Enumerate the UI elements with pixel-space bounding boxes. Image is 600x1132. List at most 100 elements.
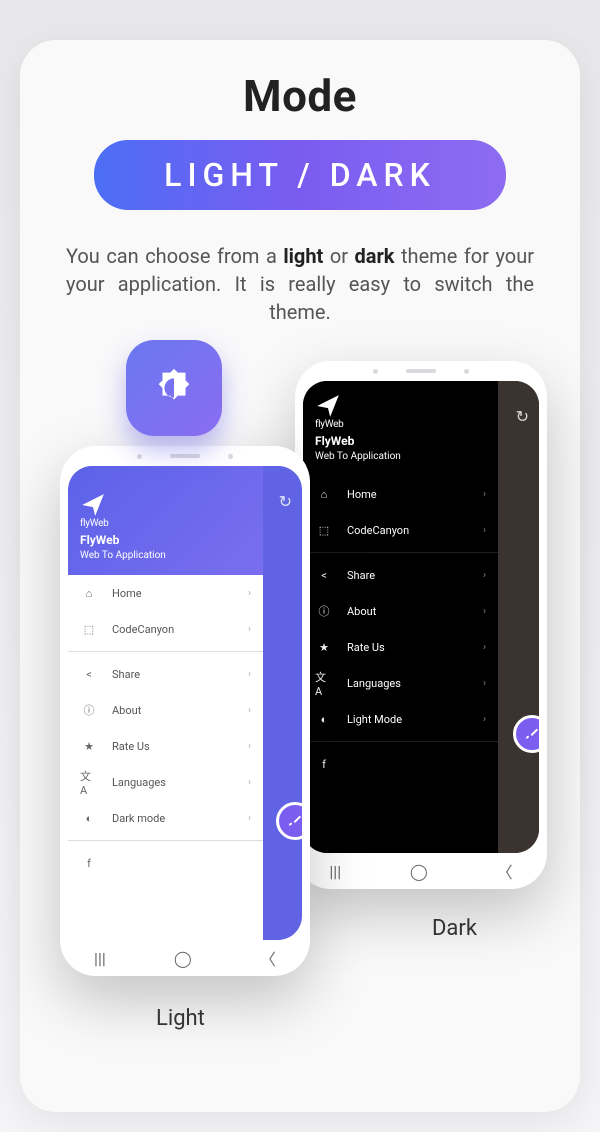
menu-label: CodeCanyon xyxy=(112,623,248,636)
description: You can choose from a light or dark them… xyxy=(66,242,534,326)
chevron-right-icon: › xyxy=(248,813,251,824)
info-icon: ⓘ xyxy=(315,603,333,619)
menu-label: Rate Us xyxy=(112,740,248,753)
brand-name: FlyWeb xyxy=(80,533,251,547)
menu-item-rate[interactable]: ★ Rate Us› xyxy=(303,629,498,665)
phones-area: 21:50 ⬚ ✕ ⋮ �section 100%▮ ↻ flyWeb FlyW… xyxy=(48,346,552,1066)
desc-text: or xyxy=(323,244,354,268)
menu-label: Languages xyxy=(112,776,248,789)
menu-item-languages[interactable]: 文A Languages› xyxy=(68,764,263,800)
menu-label: About xyxy=(112,704,248,717)
chevron-right-icon: › xyxy=(483,525,486,536)
brightness-icon: ◐ xyxy=(80,812,98,825)
drawer-menu: ⌂Home› ⬚CodeCanyon› <Share› ⓘAbout› ★Rat… xyxy=(303,476,498,853)
reload-icon[interactable]: ↻ xyxy=(516,407,529,426)
menu-label: Rate Us xyxy=(347,641,483,654)
reload-icon[interactable]: ↻ xyxy=(279,492,292,511)
desc-text: You can choose from a xyxy=(66,244,283,268)
promo-card: Mode LIGHT / DARK You can choose from a … xyxy=(20,40,580,1112)
menu-label: Home xyxy=(112,587,248,600)
brand-logo-text: flyWeb xyxy=(315,419,486,430)
brush-icon xyxy=(287,813,302,829)
menu-item-codecanyon[interactable]: ⬚ CodeCanyon› xyxy=(303,512,498,548)
recents-button[interactable]: ||| xyxy=(329,862,341,881)
divider xyxy=(303,741,498,742)
chevron-right-icon: › xyxy=(483,606,486,617)
menu-label: About xyxy=(347,605,483,618)
chevron-right-icon: › xyxy=(483,714,486,725)
menu-label: Languages xyxy=(347,677,483,690)
menu-item-cut[interactable]: f xyxy=(303,746,498,782)
drawer-header: flyWeb FlyWeb Web To Application xyxy=(303,381,498,476)
facebook-icon: f xyxy=(315,758,333,771)
menu-item-codecanyon[interactable]: ⬚ CodeCanyon› xyxy=(68,611,263,647)
fab-edit[interactable] xyxy=(513,715,539,753)
share-icon: < xyxy=(80,668,98,681)
phone-mock-light: 21:50 ⬚ ✕ ⋮ �section 100%▮ ↻ flyWeb FlyW… xyxy=(60,446,310,976)
content-behind: ↻ xyxy=(498,381,539,853)
menu-label: Light Mode xyxy=(347,713,483,726)
phone-screen-dark: 21:50 ⬚ ✕ ⋮ �section 100%▮ ↻ flyWeb FlyW… xyxy=(303,381,539,853)
back-button[interactable]: 〈 xyxy=(497,859,513,883)
chevron-right-icon: › xyxy=(483,642,486,653)
phone-bezel xyxy=(295,361,547,381)
translate-icon: 文A xyxy=(80,768,98,797)
translate-icon: 文A xyxy=(315,669,333,698)
caption-dark: Dark xyxy=(432,916,477,941)
phone-screen-light: 21:50 ⬚ ✕ ⋮ �section 100%▮ ↻ flyWeb FlyW… xyxy=(68,466,302,940)
recents-button[interactable]: ||| xyxy=(94,949,106,968)
android-navbar: ||| ◯ 〈 xyxy=(60,940,310,976)
menu-item-languages[interactable]: 文A Languages› xyxy=(303,665,498,701)
info-icon: ⓘ xyxy=(80,702,98,718)
nav-drawer: flyWeb FlyWeb Web To Application ⌂Home› … xyxy=(303,381,498,853)
menu-item-share[interactable]: < Share› xyxy=(303,557,498,593)
menu-label: CodeCanyon xyxy=(347,524,483,537)
theme-pill: LIGHT / DARK xyxy=(94,140,506,210)
chevron-right-icon: › xyxy=(483,489,486,500)
home-icon: ⌂ xyxy=(80,587,98,600)
divider xyxy=(68,651,263,652)
paper-plane-icon xyxy=(80,492,106,518)
brand-logo-text: flyWeb xyxy=(80,518,251,529)
home-button[interactable]: ◯ xyxy=(174,949,192,968)
brush-icon xyxy=(524,726,539,742)
box-icon: ⬚ xyxy=(315,524,333,537)
drawer-header: flyWeb FlyWeb Web To Application xyxy=(68,466,263,575)
menu-item-rate[interactable]: ★Rate Us› xyxy=(68,728,263,764)
home-button[interactable]: ◯ xyxy=(410,862,428,881)
star-icon: ★ xyxy=(315,641,333,654)
menu-item-about[interactable]: ⓘ About› xyxy=(303,593,498,629)
theme-badge xyxy=(126,340,222,436)
paper-plane-icon xyxy=(315,393,341,419)
chevron-right-icon: › xyxy=(248,777,251,788)
chevron-right-icon: › xyxy=(248,705,251,716)
star-icon: ★ xyxy=(80,740,98,753)
brightness-icon: ◐ xyxy=(315,713,333,726)
menu-item-darkmode[interactable]: ◐Dark mode› xyxy=(68,800,263,836)
menu-item-cut[interactable]: f xyxy=(68,845,263,881)
share-icon: < xyxy=(315,569,333,582)
home-icon: ⌂ xyxy=(315,488,333,501)
chevron-right-icon: › xyxy=(483,570,486,581)
menu-item-lightmode[interactable]: ◐ Light Mode› xyxy=(303,701,498,737)
android-navbar: ||| ◯ 〈 xyxy=(295,853,547,889)
desc-dark-word: dark xyxy=(355,244,395,268)
divider xyxy=(68,840,263,841)
chevron-right-icon: › xyxy=(483,678,486,689)
phone-bezel xyxy=(60,446,310,466)
menu-item-about[interactable]: ⓘ About› xyxy=(68,692,263,728)
brand-subtitle: Web To Application xyxy=(80,550,251,561)
box-icon: ⬚ xyxy=(80,623,98,636)
chevron-right-icon: › xyxy=(248,624,251,635)
menu-label: Home xyxy=(347,488,483,501)
menu-label: Share xyxy=(347,569,483,582)
divider xyxy=(303,552,498,553)
menu-item-home[interactable]: ⌂ Home› xyxy=(303,476,498,512)
menu-item-home[interactable]: ⌂Home› xyxy=(68,575,263,611)
back-button[interactable]: 〈 xyxy=(260,946,276,970)
menu-label: Share xyxy=(112,668,248,681)
fab-edit[interactable] xyxy=(276,802,302,840)
menu-item-share[interactable]: <Share› xyxy=(68,656,263,692)
drawer-menu: ⌂Home› ⬚CodeCanyon› <Share› ⓘAbout› ★Rat… xyxy=(68,575,263,940)
caption-light: Light xyxy=(156,1006,205,1031)
